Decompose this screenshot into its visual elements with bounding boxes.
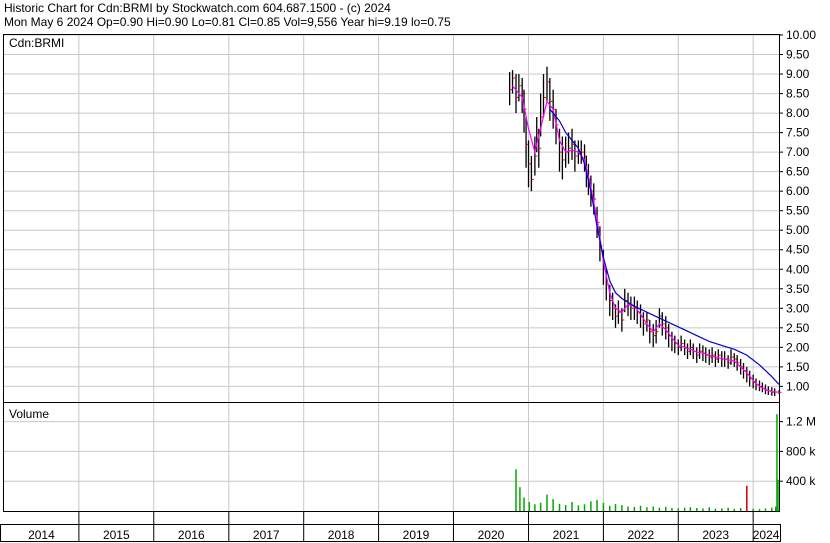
volume-bar xyxy=(695,508,698,511)
price-y-tick-label: 8.00 xyxy=(786,106,810,120)
volume-bar xyxy=(528,502,531,511)
price-y-tick-label: 5.00 xyxy=(786,223,810,237)
volume-bar xyxy=(689,507,692,511)
volume-bar xyxy=(539,502,542,511)
volume-bar xyxy=(633,506,636,511)
volume-y-tick-label: 400 k xyxy=(786,474,816,488)
price-y-tick-label: 2.00 xyxy=(786,340,810,354)
price-y-tick-label: 2.50 xyxy=(786,321,810,335)
volume-y-axis: 1.2 M 800 k 400 k xyxy=(779,415,816,488)
volume-bar xyxy=(652,506,655,511)
price-y-axis: 10.00 9.50 9.00 8.50 8.00 7.50 7.00 6.50 6.00 5.5… xyxy=(779,28,816,393)
volume-bar xyxy=(677,508,680,511)
volume-bar xyxy=(546,494,548,511)
volume-bar xyxy=(683,507,686,511)
volume-bar xyxy=(739,508,742,511)
price-y-tick-label: 6.50 xyxy=(786,165,810,179)
year-label: 2016 xyxy=(178,528,205,542)
volume-panel-frame xyxy=(3,402,780,512)
volume-bar xyxy=(571,502,573,511)
volume-bar xyxy=(590,501,592,511)
volume-bar xyxy=(519,487,521,511)
year-label: 2018 xyxy=(328,528,355,542)
volume-bar xyxy=(614,503,617,511)
volume-bar xyxy=(602,502,605,511)
volume-bar xyxy=(534,504,536,511)
volume-bar xyxy=(515,469,517,511)
price-y-tick-label: 1.00 xyxy=(786,379,810,393)
volume-y-tick-label: 800 k xyxy=(786,444,816,458)
volume-bar xyxy=(577,505,580,511)
year-label: 2017 xyxy=(253,528,280,542)
volume-bar xyxy=(714,508,717,511)
price-y-tick-label: 7.50 xyxy=(786,126,810,140)
volume-bar xyxy=(609,505,611,511)
price-y-tick-label: 3.50 xyxy=(786,282,810,296)
year-label: 2015 xyxy=(103,528,130,542)
volume-bar xyxy=(752,508,754,511)
price-y-tick-label: 4.00 xyxy=(786,262,810,276)
year-label: 2023 xyxy=(702,528,729,542)
price-y-tick-label: 9.50 xyxy=(786,48,810,62)
price-y-tick-label: 10.00 xyxy=(786,28,816,42)
price-y-tick-label: 7.00 xyxy=(786,145,810,159)
price-panel-title: Cdn:BRMI xyxy=(9,36,64,50)
volume-bar xyxy=(523,497,525,511)
volume-bar xyxy=(702,508,704,511)
volume-bar xyxy=(596,499,598,511)
year-label: 2020 xyxy=(478,528,505,542)
volume-bar xyxy=(558,503,561,511)
price-y-tick-label: 1.50 xyxy=(786,360,810,374)
year-axis: 2014 2015 2016 2017 2018 2019 2020 2021 2022 2023… xyxy=(28,511,780,542)
volume-bars xyxy=(515,414,780,511)
volume-bar xyxy=(583,504,586,511)
grid xyxy=(4,34,779,511)
volume-bar xyxy=(777,479,779,511)
price-y-tick-label: 6.00 xyxy=(786,184,810,198)
moving-averages xyxy=(512,85,780,393)
volume-bar xyxy=(665,506,667,511)
volume-bar xyxy=(733,508,736,511)
volume-bar xyxy=(621,505,623,511)
volume-bar xyxy=(552,499,554,511)
volume-bar xyxy=(671,508,673,511)
volume-bar xyxy=(708,507,711,511)
price-y-tick-label: 4.50 xyxy=(786,243,810,257)
volume-bar xyxy=(727,507,729,511)
price-y-tick-label: 8.50 xyxy=(786,87,810,101)
volume-bar xyxy=(564,505,567,511)
year-label: 2019 xyxy=(403,528,430,542)
volume-bar xyxy=(771,507,773,511)
short-moving-average-line xyxy=(512,85,780,393)
volume-bar xyxy=(764,508,767,511)
volume-bar xyxy=(758,509,761,511)
price-y-tick-label: 9.00 xyxy=(786,67,810,81)
year-label: 2021 xyxy=(553,528,580,542)
volume-panel-title: Volume xyxy=(9,407,49,421)
volume-bar xyxy=(746,485,748,511)
year-label: 2024 xyxy=(753,528,780,542)
price-y-tick-label: 3.00 xyxy=(786,301,810,315)
price-chart: Cdn:BRMI Volume 10.00 9.50 9.00 8.50 8.00 7.5… xyxy=(0,28,816,542)
price-series xyxy=(509,66,782,397)
year-label: 2022 xyxy=(627,528,654,542)
volume-bar xyxy=(646,507,648,511)
volume-bar xyxy=(778,510,780,511)
year-label: 2014 xyxy=(28,528,55,542)
volume-bar xyxy=(721,508,723,511)
volume-y-tick-label: 1.2 M xyxy=(786,415,816,429)
volume-bar xyxy=(658,507,661,511)
volume-bar xyxy=(639,505,642,511)
volume-bar xyxy=(627,506,629,511)
price-y-tick-label: 5.50 xyxy=(786,204,810,218)
